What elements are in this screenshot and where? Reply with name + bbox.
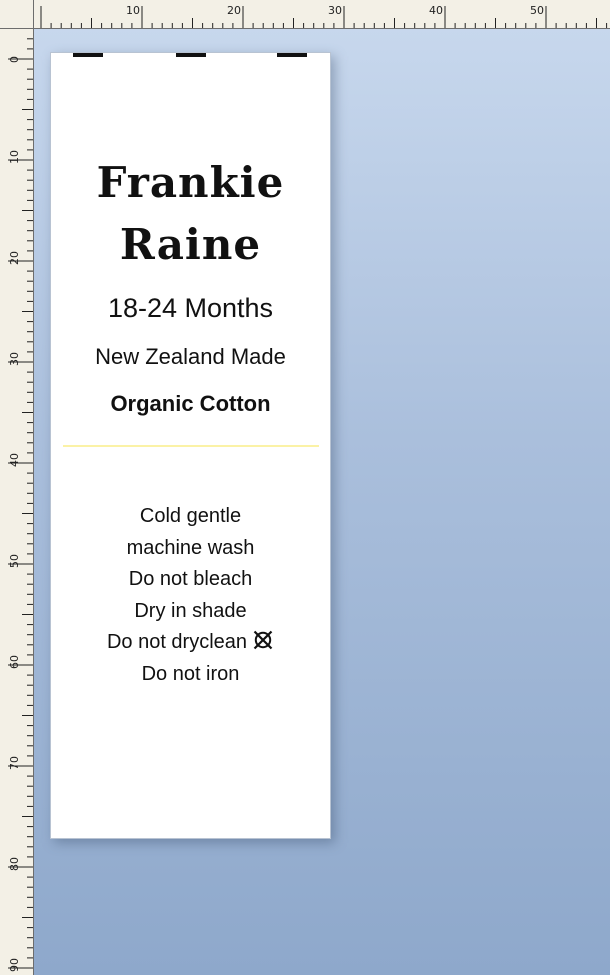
care-line: machine wash <box>51 533 330 565</box>
origin-text[interactable]: New Zealand Made <box>51 344 330 370</box>
ruler-label: 20 <box>227 4 241 17</box>
ruler-label: 40 <box>429 4 443 17</box>
ruler-corner <box>0 0 34 29</box>
care-line-text: Do not iron <box>141 662 240 685</box>
brand-name-line-1[interactable]: Frankie <box>51 156 330 210</box>
label-canvas[interactable]: Frankie Raine 18-24 Months New Zealand M… <box>50 52 331 839</box>
do-not-dryclean-icon <box>253 630 273 650</box>
ruler-label: 70 <box>8 756 21 770</box>
brand-name-line-2[interactable]: Raine <box>51 218 330 272</box>
ruler-label: 50 <box>530 4 544 17</box>
care-line: Dry in shade <box>51 596 330 628</box>
ruler-label: 50 <box>8 554 21 568</box>
size-text[interactable]: 18-24 Months <box>51 293 330 324</box>
ruler-label: 30 <box>328 4 342 17</box>
ruler-label: 90 <box>8 958 21 972</box>
ruler-label: 20 <box>8 251 21 265</box>
ruler-label: 0 <box>8 56 21 63</box>
care-line: Do not dryclean <box>51 627 330 659</box>
vertical-ruler[interactable]: 0 10 20 30 40 50 60 70 80 90 <box>0 28 34 975</box>
ruler-label: 10 <box>8 150 21 164</box>
material-text[interactable]: Organic Cotton <box>51 391 330 417</box>
care-line-text: Do not dryclean <box>106 631 248 653</box>
divider-line <box>63 445 319 447</box>
fold-mark <box>176 53 206 57</box>
design-canvas[interactable]: 10 20 30 40 50 0 10 20 30 40 50 60 70 80 90 Frankie R… <box>0 0 610 975</box>
care-instructions[interactable]: Cold gentle machine wash Do not bleach D… <box>51 501 330 690</box>
ruler-label: 10 <box>126 4 140 17</box>
horizontal-ruler[interactable]: 10 20 30 40 50 <box>0 0 610 29</box>
care-line-text: machine wash <box>126 536 255 559</box>
care-line: Cold gentle <box>51 501 330 533</box>
ruler-label: 80 <box>8 857 21 871</box>
horizontal-ruler-ticks: 10 20 30 40 50 <box>40 4 608 28</box>
care-line-text: Cold gentle <box>139 505 242 527</box>
ruler-label: 60 <box>8 655 21 669</box>
care-line: Do not iron <box>51 659 330 691</box>
vertical-ruler-ticks: 0 10 20 30 40 50 60 70 80 90 <box>8 38 33 972</box>
ruler-label: 40 <box>8 453 21 467</box>
care-line-text: Dry in shade <box>134 599 247 622</box>
ruler-label: 30 <box>8 352 21 366</box>
care-line: Do not bleach <box>51 564 330 596</box>
care-line-text: Do not bleach <box>128 568 253 590</box>
fold-mark <box>277 53 307 57</box>
fold-mark <box>73 53 103 57</box>
